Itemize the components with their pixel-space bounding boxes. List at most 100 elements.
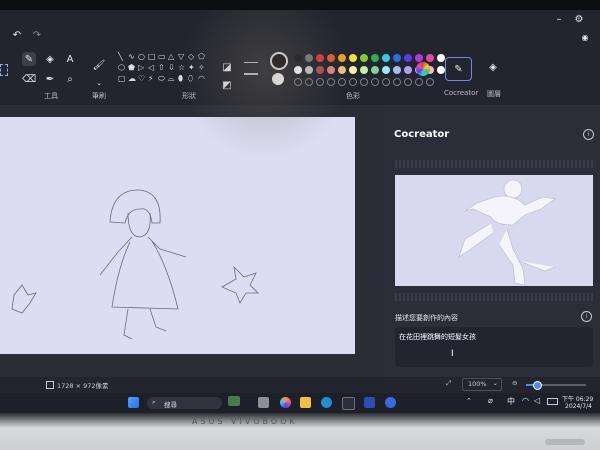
battery-icon[interactable] (547, 398, 558, 405)
tray-chevron-icon[interactable]: ⌃ (466, 397, 472, 405)
eraser-icon[interactable]: ⌫ (22, 72, 36, 86)
layers-icon[interactable]: ◈ (486, 60, 500, 74)
shape-option[interactable]: ╲ (118, 52, 128, 63)
custom-color-slot[interactable] (393, 78, 401, 86)
generated-image[interactable] (395, 175, 593, 286)
shapes-gallery[interactable]: ╲ ∿ ○ □ ▭ △ ▽ ◇ ⬠ ⬡ ⬟ ▷ ◁ ⇧ ⇩ ☆ ✦ ✧ ▢ ☁ ♡ ⚡ ⬭ ⌓ ⬮ ⬯ ◠ (118, 52, 208, 92)
color-swatch[interactable] (327, 66, 335, 74)
shape-option[interactable]: ▭ (158, 52, 168, 63)
file-explorer-icon[interactable] (300, 397, 311, 408)
color-swatch[interactable] (415, 54, 423, 62)
shape-option[interactable]: ⇧ (158, 63, 168, 74)
custom-color-slot[interactable] (294, 78, 302, 86)
app-icon[interactable] (364, 397, 375, 408)
custom-color-slot[interactable] (415, 78, 423, 86)
cocreator-button[interactable]: ✎ (445, 57, 472, 81)
prompt-input[interactable]: 在花田裡跳舞的短髮女孩 I (395, 327, 593, 367)
wifi-icon[interactable]: ◠ (522, 396, 529, 405)
shape-option[interactable]: ⇩ (168, 63, 178, 74)
shape-option[interactable]: ♡ (138, 74, 148, 85)
color-swatch[interactable] (360, 66, 368, 74)
active-color-primary[interactable] (270, 52, 288, 70)
custom-color-slot[interactable] (360, 78, 368, 86)
shape-option[interactable]: ✦ (188, 63, 198, 74)
fill-icon[interactable]: ◈ (43, 52, 57, 66)
color-swatch[interactable] (426, 54, 434, 62)
custom-color-slot[interactable] (327, 78, 335, 86)
shape-option[interactable]: ○ (138, 52, 148, 63)
size-lines-icon[interactable] (244, 62, 258, 75)
magnifier-icon[interactable]: ⌕ (63, 72, 77, 86)
selection-icon[interactable] (0, 64, 8, 76)
shape-option[interactable]: ⌓ (168, 74, 178, 85)
settings-icon[interactable]: ⚙ (572, 12, 586, 26)
color-swatch[interactable] (338, 54, 346, 62)
minimize-icon[interactable]: – (552, 12, 566, 26)
color-swatch[interactable] (294, 66, 302, 74)
outline-icon[interactable]: ◪ (220, 60, 234, 74)
text-icon[interactable]: A (63, 52, 77, 66)
shape-option[interactable]: ◇ (188, 52, 198, 63)
undo-icon[interactable]: ↶ (10, 28, 24, 42)
color-swatch[interactable] (393, 54, 401, 62)
color-swatch[interactable] (316, 54, 324, 62)
start-icon[interactable] (128, 397, 139, 408)
color-swatch[interactable] (305, 66, 313, 74)
shape-option[interactable]: ▢ (118, 74, 128, 85)
color-swatch[interactable] (437, 54, 445, 62)
color-picker-icon[interactable]: ✒ (43, 72, 57, 86)
custom-color-slot[interactable] (371, 78, 379, 86)
color-swatch[interactable] (404, 66, 412, 74)
color-swatch[interactable] (404, 54, 412, 62)
color-swatch[interactable] (305, 54, 313, 62)
paint-taskbar-icon[interactable] (385, 397, 396, 408)
custom-color-slot[interactable] (305, 78, 313, 86)
color-swatch[interactable] (294, 54, 302, 62)
shape-option[interactable]: ∿ (128, 52, 138, 63)
task-view-icon[interactable] (258, 397, 269, 408)
shape-option[interactable]: ⬯ (188, 74, 198, 85)
custom-color-slot[interactable] (382, 78, 390, 86)
shape-option[interactable]: ▷ (138, 63, 148, 74)
mute-icon[interactable]: ⌀ (488, 396, 493, 405)
edit-colors-icon[interactable] (416, 62, 430, 76)
color-swatch[interactable] (360, 54, 368, 62)
prompt-info-icon[interactable]: i (581, 311, 592, 322)
shape-option[interactable]: □ (148, 52, 158, 63)
custom-color-slot[interactable] (426, 78, 434, 86)
color-swatch[interactable] (382, 54, 390, 62)
zoom-slider-thumb[interactable] (533, 381, 542, 390)
clock-time[interactable]: 下午 06:29 (562, 394, 593, 403)
volume-icon[interactable]: ◁ (534, 396, 540, 405)
color-swatch[interactable] (393, 66, 401, 74)
custom-color-slot[interactable] (338, 78, 346, 86)
shape-option[interactable]: ⬭ (158, 74, 168, 85)
brush-icon[interactable]: 🖌 (92, 58, 106, 72)
store-icon[interactable] (342, 397, 355, 410)
shape-option[interactable]: ✧ (198, 63, 208, 74)
shape-option[interactable]: ⬠ (198, 52, 208, 63)
drawing-canvas[interactable] (0, 117, 355, 354)
clock-date[interactable]: 2024/7/4 (565, 403, 592, 410)
color-swatch[interactable] (371, 66, 379, 74)
shape-option[interactable]: ◠ (198, 74, 208, 85)
zoom-out-icon[interactable]: ⊖ (512, 379, 517, 387)
shape-option[interactable]: ◁ (148, 63, 158, 74)
redo-icon[interactable]: ↷ (30, 28, 44, 42)
shape-option[interactable]: ⬡ (118, 63, 128, 74)
color-swatch[interactable] (327, 54, 335, 62)
color-swatch[interactable] (338, 66, 346, 74)
color-swatch[interactable] (371, 54, 379, 62)
custom-color-slot[interactable] (316, 78, 324, 86)
ime-indicator[interactable]: 中 (507, 396, 515, 407)
shape-fill-icon[interactable]: ◩ (220, 78, 234, 92)
chevron-down-icon[interactable]: ⌄ (92, 76, 106, 90)
active-color-secondary[interactable] (272, 73, 284, 85)
pencil-icon[interactable]: ✎ (22, 52, 36, 66)
shape-option[interactable]: ☆ (178, 63, 188, 74)
color-swatch[interactable] (437, 66, 445, 74)
fit-to-window-icon[interactable]: ⤢ (446, 379, 451, 388)
shape-option[interactable]: △ (168, 52, 178, 63)
color-swatch[interactable] (382, 66, 390, 74)
info-icon[interactable]: i (583, 129, 594, 140)
